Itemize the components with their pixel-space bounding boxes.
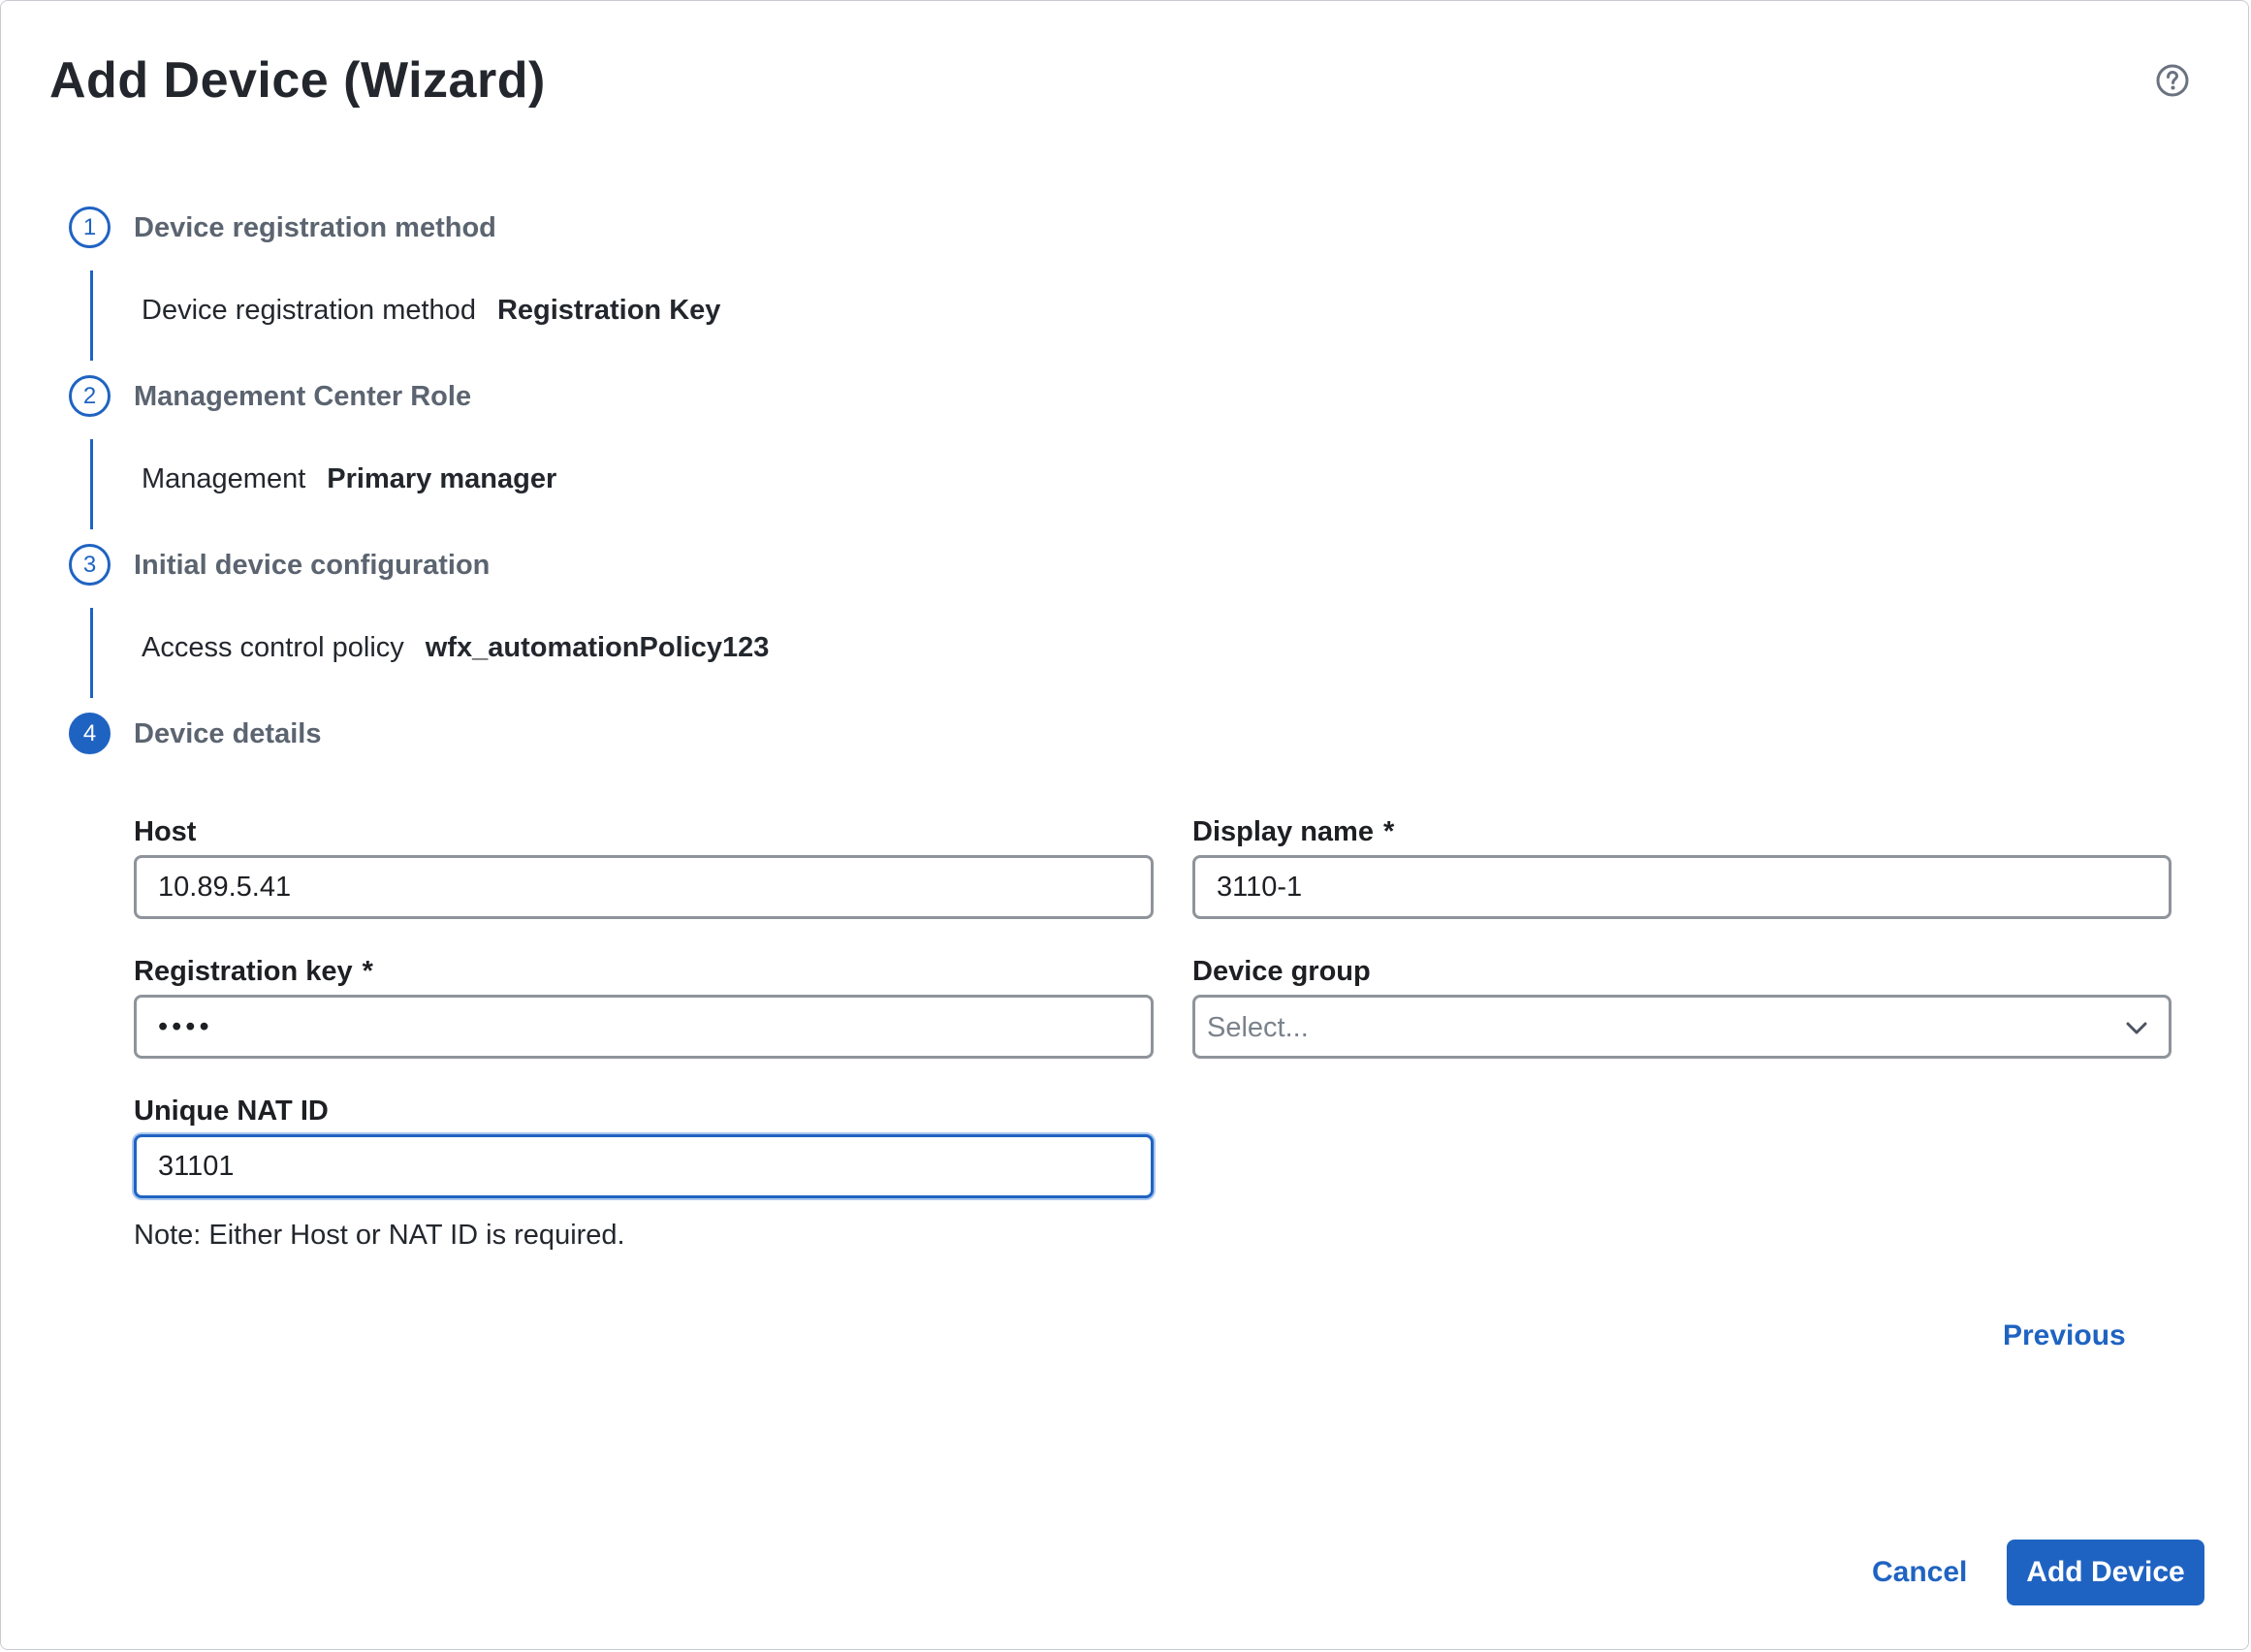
- device-group-select[interactable]: Select...: [1192, 995, 2172, 1059]
- step-4-title[interactable]: Device details: [134, 718, 321, 750]
- step-1-title[interactable]: Device registration method: [134, 212, 496, 244]
- host-nat-note: Note: Either Host or NAT ID is required.: [134, 1220, 625, 1251]
- help-circle-icon[interactable]: [2155, 63, 2190, 98]
- nat-id-label-text: Unique NAT ID: [134, 1096, 329, 1127]
- step-3-summary: Access control policy wfx_automationPolic…: [142, 632, 769, 664]
- host-label-text: Host: [134, 816, 197, 847]
- step-2-indicator[interactable]: 2: [69, 375, 111, 417]
- step-1-summary-label: Device registration method: [142, 295, 476, 326]
- add-device-button[interactable]: Add Device: [2007, 1540, 2204, 1605]
- required-mark: *: [362, 956, 373, 987]
- nat-id-input[interactable]: [134, 1134, 1154, 1198]
- step-1-summary: Device registration method Registration K…: [142, 295, 720, 327]
- display-name-label-text: Display name: [1192, 816, 1374, 847]
- display-name-input[interactable]: [1192, 855, 2172, 919]
- step-2-summary-label: Management: [142, 463, 306, 494]
- cancel-button[interactable]: Cancel: [1872, 1556, 1967, 1589]
- device-group-placeholder: Select...: [1207, 1012, 1309, 1043]
- display-name-label: Display name *: [1192, 816, 1394, 848]
- step-2-summary-value: Primary manager: [327, 463, 557, 494]
- nat-id-label: Unique NAT ID: [134, 1096, 329, 1128]
- step-3-summary-label: Access control policy: [142, 632, 404, 663]
- registration-key-input[interactable]: [134, 995, 1154, 1059]
- step-connector-1: [90, 270, 93, 361]
- registration-key-label: Registration key *: [134, 956, 373, 988]
- host-input[interactable]: [134, 855, 1154, 919]
- step-1-indicator[interactable]: 1: [69, 206, 111, 248]
- step-1-summary-value: Registration Key: [496, 295, 721, 326]
- device-group-label-text: Device group: [1192, 956, 1371, 987]
- step-2-summary: Management Primary manager: [142, 463, 556, 495]
- step-3-summary-value: wfx_automationPolicy123: [425, 632, 770, 663]
- step-3-indicator[interactable]: 3: [69, 544, 111, 586]
- step-connector-2: [90, 439, 93, 529]
- dialog-title: Add Device (Wizard): [49, 52, 546, 109]
- step-4-indicator[interactable]: 4: [69, 713, 111, 754]
- required-mark: *: [1382, 816, 1395, 847]
- previous-button[interactable]: Previous: [2003, 1319, 2126, 1352]
- host-label: Host: [134, 816, 196, 848]
- chevron-down-icon: [2126, 1022, 2147, 1034]
- device-group-label: Device group: [1192, 956, 1371, 988]
- step-3-title[interactable]: Initial device configuration: [134, 550, 490, 582]
- registration-key-label-text: Registration key: [134, 956, 353, 987]
- step-connector-3: [90, 608, 93, 698]
- step-2-title[interactable]: Management Center Role: [134, 381, 471, 413]
- add-device-dialog: Add Device (Wizard) 1 Device registratio…: [0, 0, 2249, 1650]
